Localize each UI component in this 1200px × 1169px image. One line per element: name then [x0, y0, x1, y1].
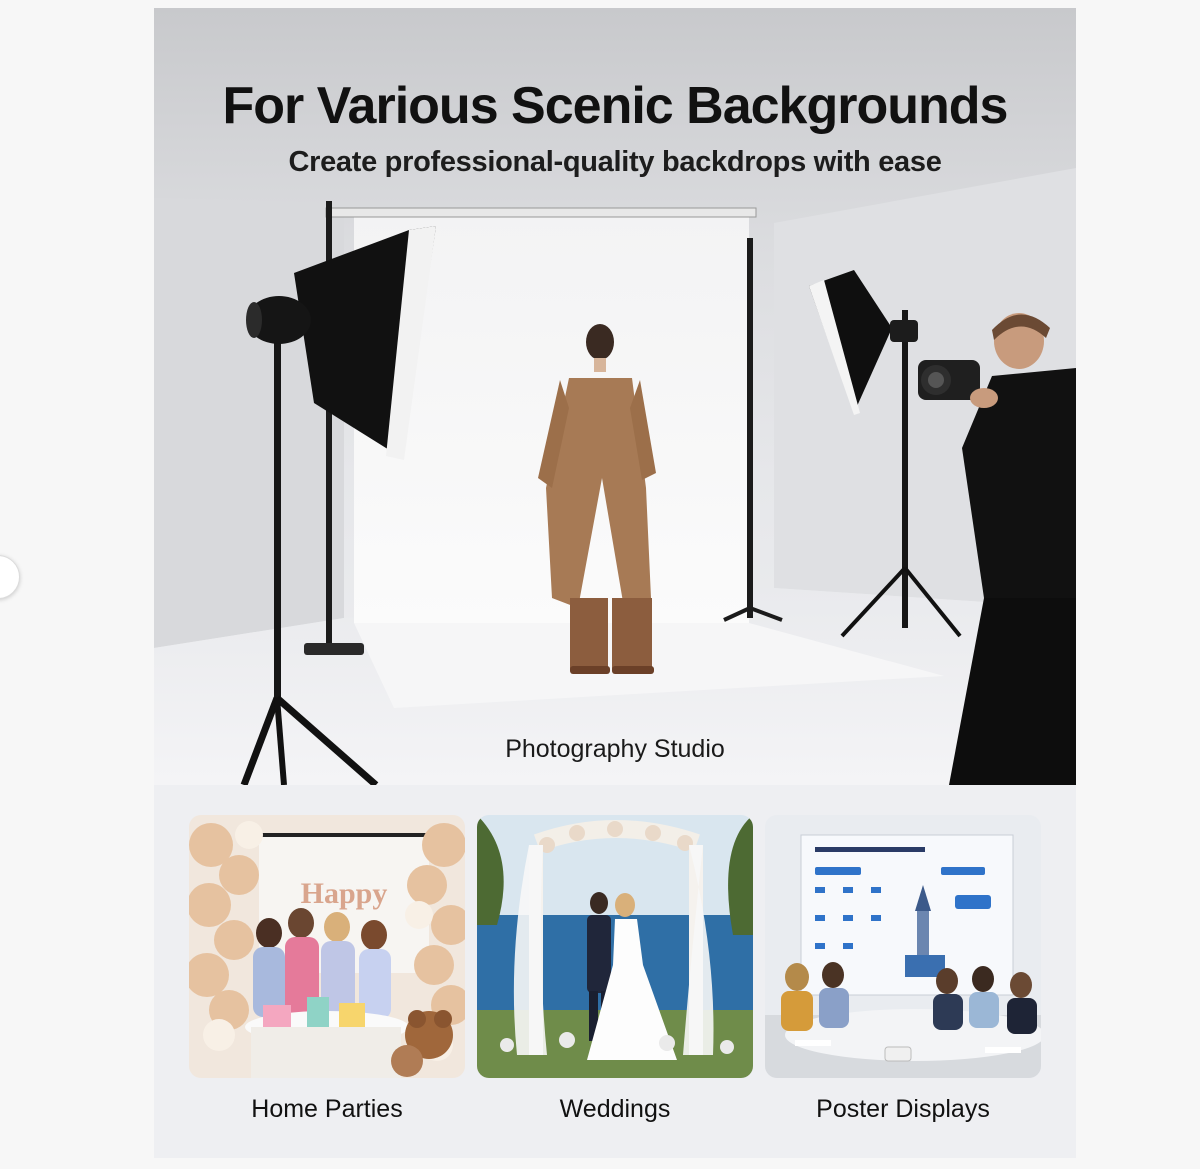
home-parties-image: Happy — [189, 815, 465, 1078]
banner-title: For Various Scenic Backgrounds — [222, 77, 1009, 135]
product-feature-card: For Various Scenic Backgrounds Create pr… — [154, 8, 1076, 1158]
banner-subtitle: Create professional-quality backdrops wi… — [288, 146, 942, 178]
carousel-prev-button[interactable] — [0, 555, 20, 599]
weddings-image — [477, 815, 753, 1078]
use-case-row: Happy Home Parties Weddings Poster Displ… — [154, 785, 1076, 1158]
poster-displays-caption: Poster Displays — [816, 1095, 990, 1123]
home-parties-caption: Home Parties — [251, 1095, 403, 1123]
hero-caption: Photography Studio — [505, 735, 725, 763]
studio-hero-image: For Various Scenic Backgrounds Create pr… — [154, 8, 1076, 785]
happy-sign-text: Happy — [301, 877, 388, 910]
weddings-caption: Weddings — [559, 1095, 671, 1123]
poster-displays-image — [765, 815, 1041, 1078]
